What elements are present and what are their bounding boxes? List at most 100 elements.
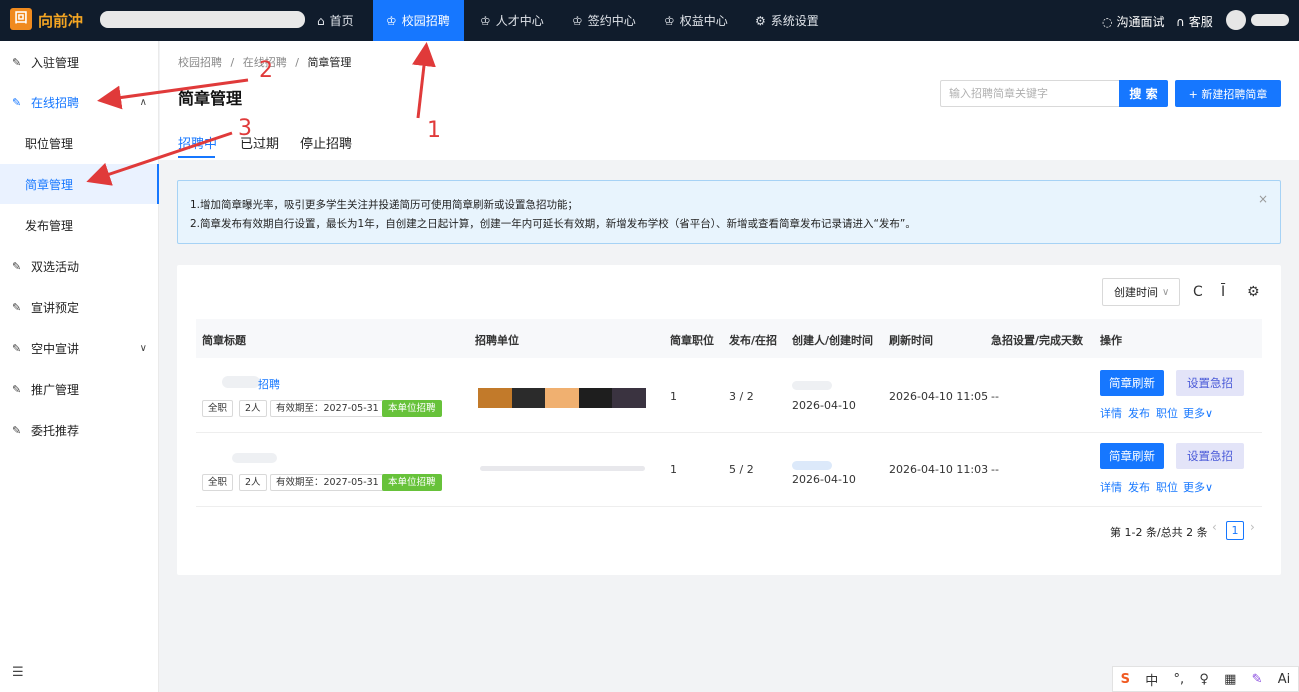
new-brochure-button[interactable]: + 新建招聘简章 [1175, 80, 1281, 107]
sort-label: 创建时间 [1114, 286, 1158, 299]
column-header: 简章职位 [670, 334, 714, 347]
ai-icon[interactable]: Ai [1278, 672, 1291, 687]
nav-label: 签约中心 [587, 14, 636, 28]
chevron-down-icon: ∨ [1162, 286, 1170, 298]
sidebar-item-online-talk[interactable]: ✎ 空中宣讲 ∨ [0, 328, 159, 368]
punctuation-icon[interactable]: °, [1173, 672, 1184, 687]
sidebar-item-label: 简章管理 [25, 177, 74, 192]
settings-icon[interactable]: ⚙ [1247, 284, 1260, 300]
sidebar-item-label: 委托推荐 [31, 423, 80, 438]
brand-name: 向前冲 [38, 12, 84, 30]
building-icon: ♔ [386, 13, 397, 28]
refresh-brochure-button[interactable]: 简章刷新 [1100, 370, 1164, 396]
prev-page-button[interactable]: ‹ [1212, 520, 1217, 534]
sidebar-item-dual-select[interactable]: ✎ 双选活动 [0, 246, 159, 286]
service-link[interactable]: ∩ 客服 [1176, 13, 1213, 30]
sidebar-item-brochure-management[interactable]: 简章管理 [0, 164, 159, 204]
breadcrumb-separator: / [295, 56, 299, 69]
breadcrumb-item[interactable]: 校园招聘 [178, 56, 222, 69]
more-dropdown[interactable]: 更多∨ [1183, 405, 1213, 421]
collapse-sidebar-icon[interactable]: ☰ [12, 665, 24, 680]
nav-benefit-center[interactable]: ♔ 权益中心 [664, 0, 728, 41]
publish-ratio: 5 / 2 [729, 463, 754, 476]
building-icon: ♔ [480, 13, 491, 28]
set-urgent-button[interactable]: 设置急招 [1176, 370, 1244, 396]
notice-line: 2.简章发布有效期自行设置，最长为1年，自创建之日起计算，创建一年内可延长有效期… [190, 218, 916, 230]
sidebar-item-job-management[interactable]: 职位管理 [0, 123, 159, 163]
interview-link[interactable]: ◌ 沟通面试 [1102, 13, 1165, 30]
refresh-time: 2026-04-10 11:03 [889, 463, 989, 476]
search-input[interactable] [940, 80, 1120, 107]
search-button[interactable]: 搜 索 [1119, 80, 1168, 107]
page-number-current[interactable]: 1 [1226, 521, 1244, 540]
sidebar-item-promotion[interactable]: ✎ 推广管理 [0, 369, 159, 409]
jobs-link[interactable]: 职位 [1156, 479, 1178, 495]
sogou-icon[interactable]: S [1121, 672, 1130, 687]
sidebar: ✎ 入驻管理 ✎ 在线招聘 ∧ 职位管理 简章管理 发布管理 ✎ 双选活动 ✎ … [0, 41, 159, 692]
nav-talent-center[interactable]: ♔ 人才中心 [480, 0, 544, 41]
tab-recruiting[interactable]: 招聘中 [178, 133, 217, 152]
redacted-company [100, 11, 305, 28]
service-label: 客服 [1188, 15, 1213, 29]
sidebar-item-publish-management[interactable]: 发布管理 [0, 205, 159, 245]
nav-sign-center[interactable]: ♔ 签约中心 [572, 0, 636, 41]
sidebar-item-label: 入驻管理 [31, 55, 80, 70]
redacted-company [480, 466, 645, 471]
column-height-icon[interactable]: I [1221, 284, 1225, 300]
keyboard-icon[interactable]: ▦ [1224, 672, 1236, 687]
nav-label: 权益中心 [679, 14, 728, 28]
publish-link[interactable]: 发布 [1128, 479, 1150, 495]
nav-system-settings[interactable]: ⚙ 系统设置 [755, 0, 819, 41]
close-icon[interactable]: × [1258, 192, 1268, 206]
ime-language-toggle[interactable]: 中 [1145, 670, 1158, 689]
chat-icon: ◌ [1102, 14, 1113, 29]
brochure-title-link[interactable]: 招聘 [258, 376, 280, 392]
detail-link[interactable]: 详情 [1100, 479, 1122, 495]
jobs-link[interactable]: 职位 [1156, 405, 1178, 421]
refresh-icon[interactable]: C [1193, 284, 1203, 300]
notice-banner: 1.增加简章曝光率，吸引更多学生关注并投递简历可使用简章刷新或设置急招功能； 2… [177, 180, 1281, 244]
detail-link[interactable]: 详情 [1100, 405, 1122, 421]
tag-type: 全职 [202, 474, 234, 491]
nav-label: 首页 [329, 14, 354, 28]
nav-home[interactable]: ⌂ 首页 [317, 0, 369, 41]
ime-toolbar: S 中 °, ♀ ▦ ✎ Ai [1112, 666, 1299, 692]
next-page-button[interactable]: › [1250, 520, 1255, 534]
sort-select[interactable]: 创建时间 ∨ [1102, 278, 1180, 306]
tab-stopped[interactable]: 停止招聘 [300, 133, 352, 152]
redacted-title [222, 376, 260, 388]
sidebar-item-label: 职位管理 [25, 136, 74, 151]
column-header: 刷新时间 [889, 334, 933, 347]
column-header: 创建人/创建时间 [792, 334, 874, 347]
active-tab-indicator [178, 156, 215, 158]
redacted-username [1251, 14, 1289, 26]
notice-line: 1.增加简章曝光率，吸引更多学生关注并投递简历可使用简章刷新或设置急招功能； [190, 199, 579, 211]
column-header: 招聘单位 [475, 334, 519, 347]
nav-campus-recruit[interactable]: ♔ 校园招聘 [373, 0, 464, 41]
sidebar-item-label: 双选活动 [31, 259, 80, 274]
more-dropdown[interactable]: 更多∨ [1183, 479, 1213, 495]
page-title: 简章管理 [178, 89, 243, 108]
urgent-setting: -- [991, 463, 999, 476]
sidebar-item-label: 推广管理 [31, 382, 80, 397]
column-header: 急招设置/完成天数 [991, 334, 1084, 347]
microphone-icon[interactable]: ♀ [1199, 672, 1209, 687]
refresh-time: 2026-04-10 11:05 [889, 390, 989, 403]
redacted-title [232, 453, 277, 463]
redacted-creator [792, 461, 832, 470]
annotation-label-2: 2 [259, 58, 273, 83]
sidebar-item-online-recruit[interactable]: ✎ 在线招聘 ∧ [0, 82, 159, 122]
sidebar-item-onboarding[interactable]: ✎ 入驻管理 [0, 42, 159, 82]
sidebar-item-talk-booking[interactable]: ✎ 宣讲预定 [0, 287, 159, 327]
status-badge: 本单位招聘 [382, 400, 442, 417]
refresh-brochure-button[interactable]: 简章刷新 [1100, 443, 1164, 469]
edit-icon: ✎ [12, 382, 22, 396]
publish-link[interactable]: 发布 [1128, 405, 1150, 421]
sidebar-item-referral[interactable]: ✎ 委托推荐 [0, 410, 159, 450]
row-divider [196, 506, 1262, 507]
skin-icon[interactable]: ✎ [1252, 672, 1263, 687]
sidebar-item-label: 在线招聘 [31, 95, 80, 110]
set-urgent-button[interactable]: 设置急招 [1176, 443, 1244, 469]
created-date: 2026-04-10 [792, 399, 856, 412]
avatar[interactable] [1226, 10, 1246, 30]
